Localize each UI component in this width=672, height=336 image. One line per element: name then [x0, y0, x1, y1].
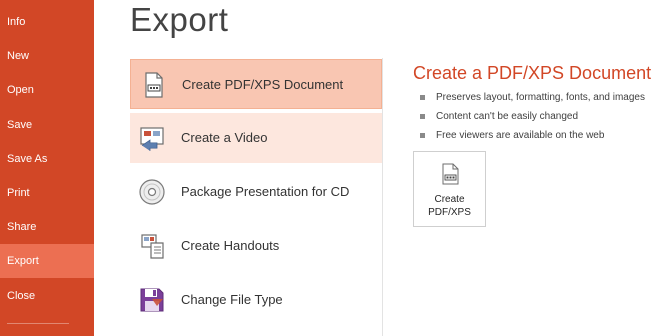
video-icon: [137, 123, 167, 153]
pdf-document-icon: [138, 70, 168, 100]
create-pdf-xps-button[interactable]: Create PDF/XPS: [413, 151, 486, 227]
option-label: Create PDF/XPS Document: [182, 77, 344, 92]
cd-icon: [137, 177, 167, 207]
nav-item-print[interactable]: Print: [0, 176, 94, 210]
nav-divider: [7, 323, 69, 324]
option-label: Change File Type: [181, 292, 283, 307]
save-disk-icon: [137, 285, 167, 315]
bullet-item: Free viewers are available on the web: [420, 126, 645, 145]
export-options-list: Create PDF/XPS Document Create a Video P…: [130, 58, 383, 336]
option-label: Package Presentation for CD: [181, 184, 350, 199]
nav-item-save-as[interactable]: Save As: [0, 142, 94, 176]
backstage-nav: Info New Open Save Save As Print Share E…: [0, 0, 94, 336]
nav-item-export[interactable]: Export: [0, 244, 94, 278]
option-label: Create a Video: [181, 130, 268, 145]
page-title: Export: [130, 1, 229, 38]
detail-title: Create a PDF/XPS Document: [413, 63, 652, 83]
option-label: Create Handouts: [181, 238, 280, 253]
nav-item-new[interactable]: New: [0, 39, 94, 73]
bullet-item: Preserves layout, formatting, fonts, and…: [420, 88, 645, 107]
option-change-file-type[interactable]: Change File Type: [130, 275, 382, 325]
nav-item-save[interactable]: Save: [0, 108, 94, 142]
option-create-video[interactable]: Create a Video: [130, 113, 382, 163]
nav-item-share[interactable]: Share: [0, 210, 94, 244]
detail-bullet-list: Preserves layout, formatting, fonts, and…: [420, 88, 645, 145]
nav-item-info[interactable]: Info: [0, 5, 94, 39]
handouts-icon: [137, 231, 167, 261]
create-pdf-xps-button-label: Create PDF/XPS: [428, 194, 471, 218]
option-create-handouts[interactable]: Create Handouts: [130, 221, 382, 271]
nav-item-open[interactable]: Open: [0, 73, 94, 107]
option-create-pdf-xps[interactable]: Create PDF/XPS Document: [130, 59, 382, 109]
nav-item-close[interactable]: Close: [0, 279, 94, 313]
bullet-item: Content can't be easily changed: [420, 107, 645, 126]
pdf-document-icon: [442, 163, 460, 185]
option-package-for-cd[interactable]: Package Presentation for CD: [130, 167, 382, 217]
